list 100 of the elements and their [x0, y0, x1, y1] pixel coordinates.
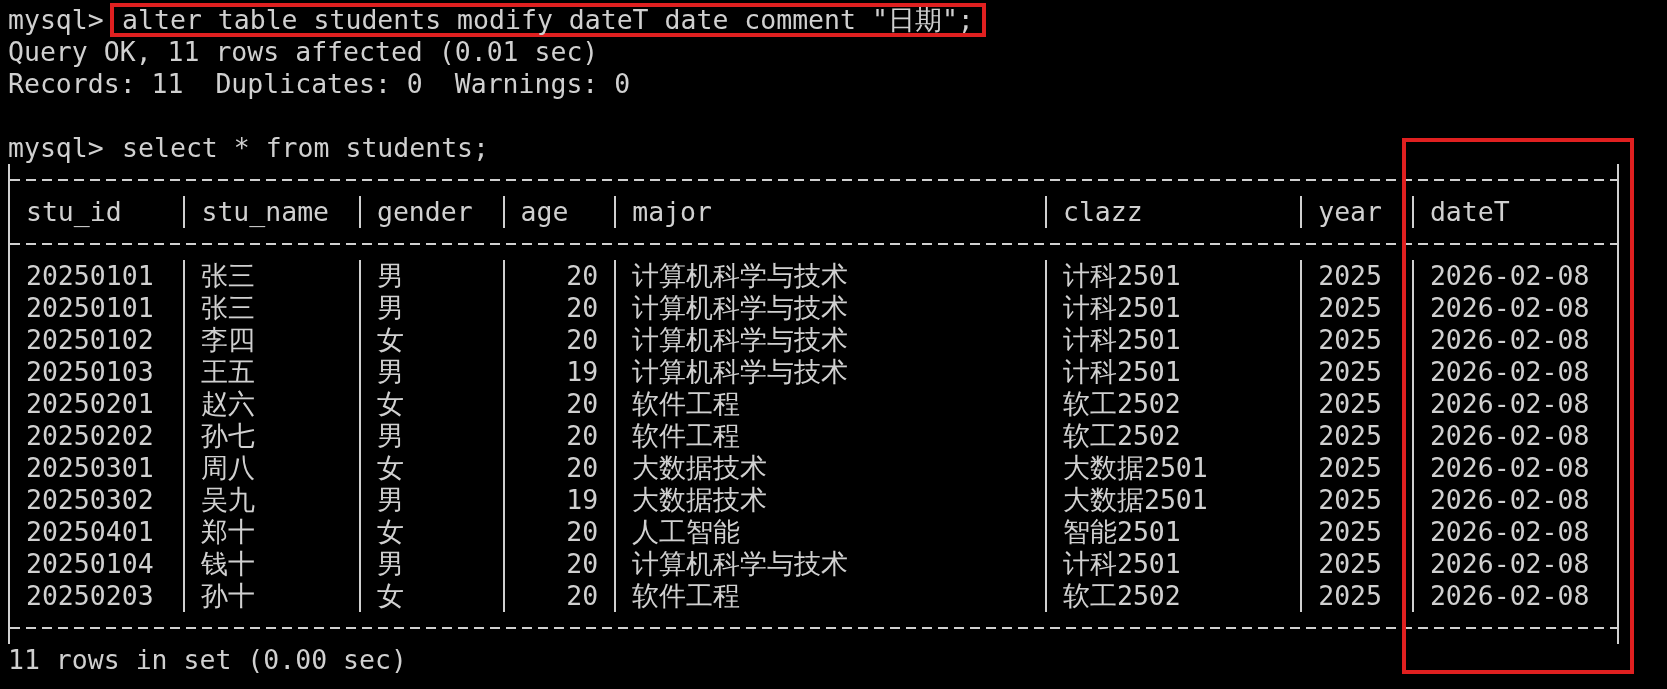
- table-cell: 20: [502, 548, 615, 580]
- output-text: 11 rows in set (0.00 sec): [8, 644, 407, 676]
- table-cell: 20: [502, 516, 615, 548]
- table-cell: 20: [502, 420, 615, 452]
- table-cell: 大数据技术: [614, 484, 1045, 516]
- table-cell: 2026-02-08: [1411, 324, 1620, 356]
- table-cell: 大数据技术: [614, 452, 1045, 484]
- table-cell: 大数据2501: [1045, 452, 1301, 484]
- table-cell: 孙七: [183, 420, 359, 452]
- command-text: alter table students modify dateT date comment "日期";: [110, 3, 986, 37]
- table-cell: 20: [502, 388, 615, 420]
- table-cell: 女: [358, 452, 503, 484]
- table-cell: 2025: [1300, 420, 1412, 452]
- output-text: Records: 11 Duplicates: 0 Warnings: 0: [8, 68, 631, 100]
- table-cell: 计算机科学与技术: [614, 356, 1045, 388]
- table-cell: 软工2502: [1045, 388, 1301, 420]
- prompt-text: mysql>: [8, 4, 104, 36]
- table-cell: 孙十: [183, 580, 359, 612]
- table-cell: 20250102: [8, 324, 184, 356]
- table-cell: 女: [358, 580, 503, 612]
- table-cell: 计算机科学与技术: [614, 260, 1045, 292]
- table-cell: 20250202: [8, 420, 184, 452]
- table-cell: 女: [358, 516, 503, 548]
- table-cell: 19: [502, 356, 615, 388]
- table-cell: 2025: [1300, 548, 1412, 580]
- output-text: Query OK, 11 rows affected (0.01 sec): [8, 36, 599, 68]
- table-cell: 软工2502: [1045, 580, 1301, 612]
- table-cell: 男: [358, 260, 503, 292]
- table-cell: 20250101: [8, 260, 184, 292]
- table-cell: 软件工程: [614, 388, 1045, 420]
- column-header: gender: [358, 196, 503, 228]
- table-cell: 2026-02-08: [1411, 260, 1620, 292]
- table-cell: 计科2501: [1045, 548, 1301, 580]
- table-cell: 吴九: [183, 484, 359, 516]
- column-header: age: [502, 196, 615, 228]
- table-cell: 男: [358, 420, 503, 452]
- column-header: clazz: [1045, 196, 1301, 228]
- table-cell: 20250201: [8, 388, 184, 420]
- table-cell: 2026-02-08: [1411, 484, 1620, 516]
- table-cell: 2026-02-08: [1411, 292, 1620, 324]
- table-cell: 2026-02-08: [1411, 388, 1620, 420]
- table-cell: 2025: [1300, 356, 1412, 388]
- table-cell: 2025: [1300, 452, 1412, 484]
- table-cell: 计算机科学与技术: [614, 292, 1045, 324]
- table-cell: 赵六: [183, 388, 359, 420]
- table-cell: 郑十: [183, 516, 359, 548]
- table-cell: 张三: [183, 260, 359, 292]
- table-cell: 2025: [1300, 324, 1412, 356]
- table-cell: 钱十: [183, 548, 359, 580]
- table-cell: 2026-02-08: [1411, 516, 1620, 548]
- prompt-text: mysql>: [8, 132, 104, 164]
- table-cell: 智能2501: [1045, 516, 1301, 548]
- column-header: stu_id: [8, 196, 184, 228]
- table-cell: 19: [502, 484, 615, 516]
- table-cell: 20: [502, 292, 615, 324]
- table-cell: 计科2501: [1045, 356, 1301, 388]
- table-cell: 计科2501: [1045, 260, 1301, 292]
- table-cell: 20250101: [8, 292, 184, 324]
- column-header: stu_name: [183, 196, 359, 228]
- table-cell: 20250203: [8, 580, 184, 612]
- table-cell: 女: [358, 388, 503, 420]
- table-cell: 计科2501: [1045, 324, 1301, 356]
- table-cell: 20: [502, 452, 615, 484]
- column-header: major: [614, 196, 1045, 228]
- table-cell: 2025: [1300, 292, 1412, 324]
- table-cell: 男: [358, 292, 503, 324]
- table-cell: 20: [502, 260, 615, 292]
- table-cell: 周八: [183, 452, 359, 484]
- command-text: select * from students;: [121, 131, 491, 165]
- table-cell: 20: [502, 324, 615, 356]
- table-cell: 2026-02-08: [1411, 452, 1620, 484]
- table-cell: 男: [358, 548, 503, 580]
- column-header: year: [1300, 196, 1412, 228]
- table-cell: 20250401: [8, 516, 184, 548]
- table-cell: 20250302: [8, 484, 184, 516]
- table-cell: 2025: [1300, 484, 1412, 516]
- table-cell: 李四: [183, 324, 359, 356]
- table-cell: 20250103: [8, 356, 184, 388]
- table-cell: 人工智能: [614, 516, 1045, 548]
- table-cell: 大数据2501: [1045, 484, 1301, 516]
- table-cell: 20250104: [8, 548, 184, 580]
- table-cell: 2025: [1300, 516, 1412, 548]
- table-cell: 男: [358, 484, 503, 516]
- table-cell: 2026-02-08: [1411, 356, 1620, 388]
- column-header: dateT: [1411, 196, 1620, 228]
- table-cell: 女: [358, 324, 503, 356]
- table-cell: 2025: [1300, 580, 1412, 612]
- table-cell: 2026-02-08: [1411, 420, 1620, 452]
- table-cell: 20: [502, 580, 615, 612]
- table-cell: 2026-02-08: [1411, 548, 1620, 580]
- table-cell: 2026-02-08: [1411, 580, 1620, 612]
- table-cell: 软件工程: [614, 580, 1045, 612]
- table-cell: 计算机科学与技术: [614, 324, 1045, 356]
- table-cell: 王五: [183, 356, 359, 388]
- table-cell: 计科2501: [1045, 292, 1301, 324]
- table-cell: 男: [358, 356, 503, 388]
- table-cell: 2025: [1300, 260, 1412, 292]
- table-cell: 2025: [1300, 388, 1412, 420]
- table-cell: 软件工程: [614, 420, 1045, 452]
- table-cell: 计算机科学与技术: [614, 548, 1045, 580]
